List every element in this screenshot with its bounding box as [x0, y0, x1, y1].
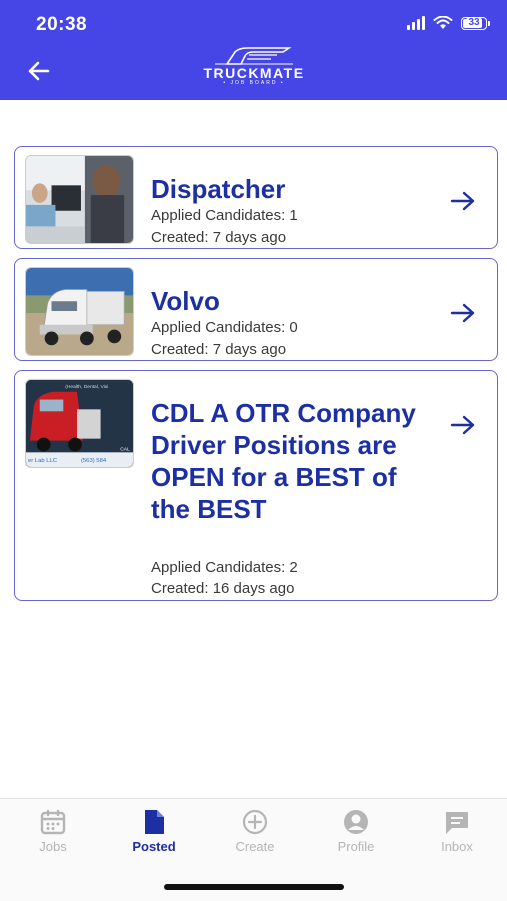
- message-icon: [446, 812, 468, 834]
- applied-candidates: Applied Candidates: 0: [151, 319, 298, 336]
- job-title: Dispatcher: [151, 174, 286, 204]
- tab-label: Jobs: [39, 839, 67, 854]
- job-card[interactable]: Dispatcher Applied Candidates: 1 Created…: [14, 146, 498, 249]
- arrow-right-icon[interactable]: [449, 301, 477, 325]
- job-thumbnail: (Health, Dental, Visi er Lab LLC (563) 5…: [25, 379, 134, 468]
- truck-logo-icon: [215, 47, 293, 65]
- created-date: Created: 7 days ago: [151, 229, 287, 246]
- job-card[interactable]: Volvo Applied Candidates: 0 Created: 7 d…: [14, 258, 498, 361]
- job-title: CDL A OTR Company Driver Positions are O…: [151, 398, 416, 524]
- job-title: Volvo: [151, 286, 220, 316]
- signal-icon: [407, 16, 425, 30]
- battery-level: 33: [466, 17, 482, 28]
- tab-profile[interactable]: Profile: [316, 809, 396, 854]
- logo-subtitle: • JOB BOARD •: [223, 80, 285, 86]
- thumb-caption-cal: CAL: [120, 446, 130, 452]
- document-icon: [145, 810, 164, 834]
- job-thumbnail: [25, 267, 134, 356]
- wifi-icon: [433, 16, 453, 29]
- tab-label: Posted: [132, 839, 176, 854]
- tab-jobs[interactable]: Jobs: [13, 809, 93, 854]
- plus-circle-icon: [242, 809, 268, 835]
- applied-candidates: Applied Candidates: 2: [151, 559, 298, 576]
- status-time: 20:38: [36, 14, 88, 35]
- tab-create[interactable]: Create: [215, 809, 295, 854]
- thumb-caption-left: er Lab LLC: [28, 458, 58, 464]
- home-indicator: [164, 884, 344, 890]
- created-date: Created: 7 days ago: [151, 341, 287, 358]
- status-icons: 33: [407, 16, 490, 30]
- battery-icon: 33: [461, 16, 490, 30]
- tab-posted[interactable]: Posted: [114, 809, 194, 854]
- tab-inbox[interactable]: Inbox: [417, 809, 497, 854]
- user-circle-icon: [344, 810, 368, 834]
- tab-label: Profile: [337, 839, 375, 854]
- thumb-caption-top: (Health, Dental, Visi: [65, 384, 108, 390]
- tab-label: Create: [235, 839, 275, 854]
- app-header: 20:38 33 TRUCKMATE • JOB BOARD •: [0, 0, 507, 100]
- back-arrow-icon[interactable]: [24, 56, 54, 86]
- tab-label: Inbox: [441, 839, 473, 854]
- calendar-icon: [40, 809, 66, 835]
- applied-candidates: Applied Candidates: 1: [151, 207, 298, 224]
- truckmate-logo: TRUCKMATE • JOB BOARD •: [200, 46, 308, 92]
- thumb-caption-phone: (563) 584: [81, 458, 107, 464]
- created-date: Created: 16 days ago: [151, 580, 295, 597]
- arrow-right-icon[interactable]: [449, 189, 477, 213]
- logo-name: TRUCKMATE: [203, 65, 305, 81]
- job-thumbnail: [25, 155, 134, 244]
- job-card[interactable]: (Health, Dental, Visi er Lab LLC (563) 5…: [14, 370, 498, 601]
- arrow-right-icon[interactable]: [449, 413, 477, 437]
